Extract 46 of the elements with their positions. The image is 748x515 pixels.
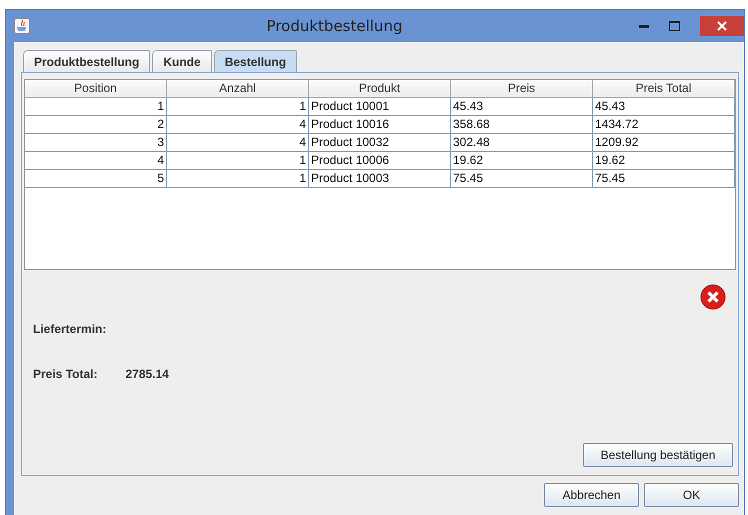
table-cell: 75.45 (593, 170, 735, 188)
app-icon (14, 18, 30, 34)
confirm-order-button[interactable]: Bestellung bestätigen (583, 443, 733, 467)
minimize-icon[interactable] (639, 24, 649, 28)
ok-button[interactable]: OK (644, 483, 739, 507)
table-cell: 1 (167, 170, 309, 188)
table-cell: Product 10016 (309, 116, 451, 134)
field-label: Preis Total: (33, 367, 98, 381)
maximize-icon[interactable] (669, 21, 680, 31)
table-cell: 4 (167, 134, 309, 152)
table-cell: 4 (167, 116, 309, 134)
table-cell: 3 (25, 134, 167, 152)
close-icon (717, 20, 727, 30)
table-cell: 45.43 (451, 98, 593, 116)
column-header[interactable]: Preis (451, 80, 593, 98)
cancel-button[interactable]: Abbrechen (544, 483, 639, 507)
tab[interactable]: Kunde (152, 50, 212, 72)
table-cell: 1 (25, 98, 167, 116)
column-header[interactable]: Position (25, 80, 167, 98)
table-cell: Product 10003 (309, 170, 451, 188)
tab[interactable]: Bestellung (214, 50, 298, 72)
table-cell: 2 (25, 116, 167, 134)
window-title: Produktbestellung (266, 17, 404, 35)
table-cell: 1209.92 (593, 134, 735, 152)
table-cell: 1434.72 (593, 116, 735, 134)
error-icon (700, 284, 726, 310)
table-cell: 358.68 (451, 116, 593, 134)
table-cell: 19.62 (451, 152, 593, 170)
table-cell: 1 (167, 152, 309, 170)
table-cell: 4 (25, 152, 167, 170)
table-cell: 19.62 (593, 152, 735, 170)
field-label: Liefertermin: (33, 322, 106, 336)
column-header[interactable]: Anzahl (167, 80, 309, 98)
tab[interactable]: Produktbestellung (23, 50, 150, 72)
close-button[interactable] (700, 16, 744, 36)
table-cell: 45.43 (593, 98, 735, 116)
table-cell: 5 (25, 170, 167, 188)
table-cell: Product 10006 (309, 152, 451, 170)
table-cell: Product 10032 (309, 134, 451, 152)
table-cell: 75.45 (451, 170, 593, 188)
table-cell: 1 (167, 98, 309, 116)
field-value: 2785.14 (125, 367, 169, 381)
column-header[interactable]: Preis Total (593, 80, 735, 98)
column-header[interactable]: Produkt (309, 80, 451, 98)
table-cell: Product 10001 (309, 98, 451, 116)
table-cell: 302.48 (451, 134, 593, 152)
